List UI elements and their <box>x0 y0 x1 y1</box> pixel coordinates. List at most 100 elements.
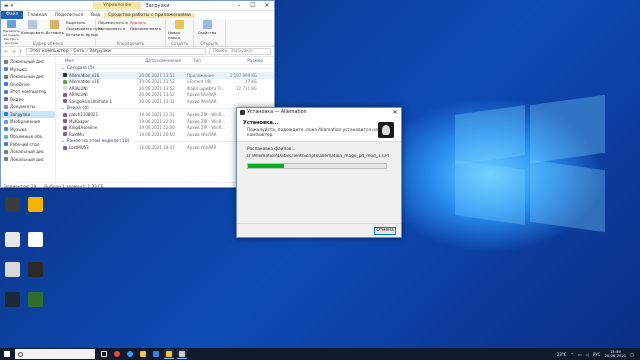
chevron-down-icon[interactable]: ▾ <box>11 3 14 9</box>
edge-icon[interactable] <box>125 349 135 359</box>
network-icon[interactable]: ▭ <box>578 352 582 357</box>
installer-dialog[interactable]: Установка — Allemation ✕ Установка... По… <box>236 107 402 238</box>
file-type: Архив WinRAR <box>187 145 217 151</box>
chevron-down-icon[interactable]: ⌄ <box>61 138 65 145</box>
nav-item[interactable]: Видео <box>1 96 55 104</box>
copy-to-button[interactable]: Копировать в <box>98 26 128 32</box>
nav-item[interactable]: Локальный дис <box>1 148 55 156</box>
chevron-up-icon[interactable]: ⌃ <box>571 352 574 357</box>
chevron-down-icon[interactable]: ⌄ <box>61 105 65 112</box>
organize-group: Переместить в Копировать в Удалить Переи… <box>96 19 166 46</box>
file-row[interactable]: Allemation v16 20.06.2021 13:51 Приложение… <box>59 72 274 79</box>
desktop-shortcut[interactable] <box>2 197 22 213</box>
search-input[interactable]: Поиск: Загрузки <box>209 48 271 55</box>
nav-item-label: Изображения <box>10 119 41 125</box>
nav-item-label: Локальный дис <box>10 59 44 65</box>
folder-icon <box>4 59 8 64</box>
desktop-shortcut[interactable] <box>2 262 22 278</box>
nav-item-label: Музыка <box>10 66 27 72</box>
file-size: 1 197 999 КБ <box>229 72 257 78</box>
explorer-titlebar[interactable]: ▬ ▾ Управление Загрузки – ☐ ✕ <box>1 1 274 11</box>
nav-item[interactable]: Музыка <box>1 66 55 74</box>
store-icon[interactable] <box>151 349 161 359</box>
item-count: Элементов: 29 <box>4 183 37 189</box>
file-icon <box>63 119 67 124</box>
tab-file[interactable]: Файл <box>1 11 24 19</box>
tab-home[interactable]: Главная <box>23 13 50 18</box>
start-button[interactable] <box>0 348 14 360</box>
nav-item[interactable]: Рабочий стол <box>1 141 55 149</box>
file-name-cell: SangoAsia Ultimate 1 <box>59 99 139 104</box>
file-size: 22 731 КБ <box>236 85 257 91</box>
installer-titlebar[interactable]: Установка — Allemation ✕ <box>237 108 401 117</box>
nav-item[interactable]: Локальный дис <box>1 58 55 66</box>
copy-label: Копировать <box>20 30 45 35</box>
forward-arrow-icon[interactable]: → <box>11 49 15 55</box>
desktop-shortcut[interactable] <box>2 292 22 308</box>
nav-item[interactable]: OneDrive <box>1 81 55 89</box>
chrome-icon[interactable] <box>112 349 122 359</box>
up-arrow-icon[interactable]: ↑ <box>18 49 22 55</box>
tab-view[interactable]: Вид <box>87 13 104 18</box>
volume-icon[interactable]: ◁ <box>586 352 589 357</box>
taskbar-search[interactable] <box>15 349 95 359</box>
desktop-shortcut[interactable] <box>2 232 22 248</box>
nav-item[interactable]: Локальный дис <box>1 156 55 164</box>
chevron-down-icon[interactable]: ⌄ <box>61 65 65 72</box>
column-name[interactable]: Имя <box>59 58 145 63</box>
installer-taskbar-icon[interactable] <box>177 349 187 359</box>
column-date[interactable]: Дата изменения <box>145 58 193 63</box>
nav-item[interactable]: Музыка <box>1 126 55 134</box>
install-file-path: D:\Allemation\Data\Client\Scripts\allema… <box>247 154 389 159</box>
address-field[interactable]: Этот компьютер › Сеть › Загрузки <box>25 48 206 55</box>
manage-context-label: Управление <box>93 2 142 9</box>
nav-item[interactable]: Локальный дис <box>1 73 55 81</box>
nav-item[interactable]: Этот компьютер <box>1 88 55 96</box>
task-view-icon[interactable] <box>99 349 109 359</box>
column-type[interactable]: Тип <box>193 58 233 63</box>
desktop-shortcut[interactable] <box>25 262 45 278</box>
column-size[interactable]: Размер <box>233 58 263 63</box>
close-icon[interactable]: ✕ <box>389 109 401 116</box>
nav-item[interactable]: Загрузки <box>1 110 55 118</box>
file-name-cell: patch1108021 <box>59 112 139 117</box>
minimize-icon[interactable]: – <box>232 2 246 9</box>
tab-app-tools[interactable]: Средства работы с приложениями <box>104 12 195 18</box>
file-row[interactable]: ARIALUNI 20.06.2021 13:52 Файл шрифта Tr..… <box>59 85 274 92</box>
rename-button[interactable]: Переименовать <box>130 26 161 32</box>
close-icon[interactable]: ✕ <box>260 2 274 9</box>
desktop-shortcut[interactable] <box>25 197 45 213</box>
maximize-icon[interactable]: ☐ <box>246 2 260 9</box>
file-group-header[interactable]: ⌄ Сегодня (5) <box>59 65 274 72</box>
file-name: ARIALUNI <box>69 85 88 91</box>
cancel-button[interactable]: Отмена <box>374 227 396 235</box>
nav-item[interactable]: Документы <box>1 103 55 111</box>
notifications-icon[interactable]: ▢ <box>630 352 634 357</box>
column-headers: Имя Дата изменения Тип Размер <box>59 57 274 65</box>
folder-icon <box>4 119 8 124</box>
desktop-shortcut-icon <box>4 262 20 277</box>
desktop-shortcut[interactable] <box>25 292 45 308</box>
back-arrow-icon[interactable]: ← <box>4 49 8 55</box>
folder-icon <box>4 149 8 154</box>
clipboard-group: Закрепить на панели быстрого доступа Коп… <box>1 19 103 46</box>
file-explorer-window[interactable]: ▬ ▾ Управление Загрузки – ☐ ✕ Файл Главн… <box>0 0 275 189</box>
file-group-label: Сегодня (5) <box>66 66 95 71</box>
installer-body: Распаковка файлов... D:\Allemation\Data\… <box>237 142 401 174</box>
clock-date: 20.06.2021 <box>604 353 627 358</box>
clock[interactable]: 15:59 20.06.2021 <box>604 349 627 359</box>
file-name-cell: ARIALUNI <box>59 86 139 91</box>
language-icon[interactable]: РУС <box>593 352 601 357</box>
window-controls: – ☐ ✕ <box>232 2 274 9</box>
weather-widget[interactable]: 23°C <box>557 352 567 357</box>
nav-item[interactable]: Объемные объ <box>1 133 55 141</box>
installer-subheading: Пожалуйста, подождите, пока Allemation у… <box>247 128 389 138</box>
explorer-taskbar-icon[interactable] <box>164 349 174 359</box>
file-row[interactable]: Allemation v16 20.06.2021 13:52 uTorrent U… <box>59 79 274 86</box>
file-icon <box>63 92 67 97</box>
file-explorer-icon[interactable] <box>138 349 148 359</box>
nav-item[interactable]: Изображения <box>1 118 55 126</box>
explorer-content: Локальный дис Музыка Локальный дис OneDrive… <box>1 57 274 182</box>
desktop-shortcut[interactable] <box>25 232 45 248</box>
tab-share[interactable]: Поделиться <box>51 13 87 18</box>
